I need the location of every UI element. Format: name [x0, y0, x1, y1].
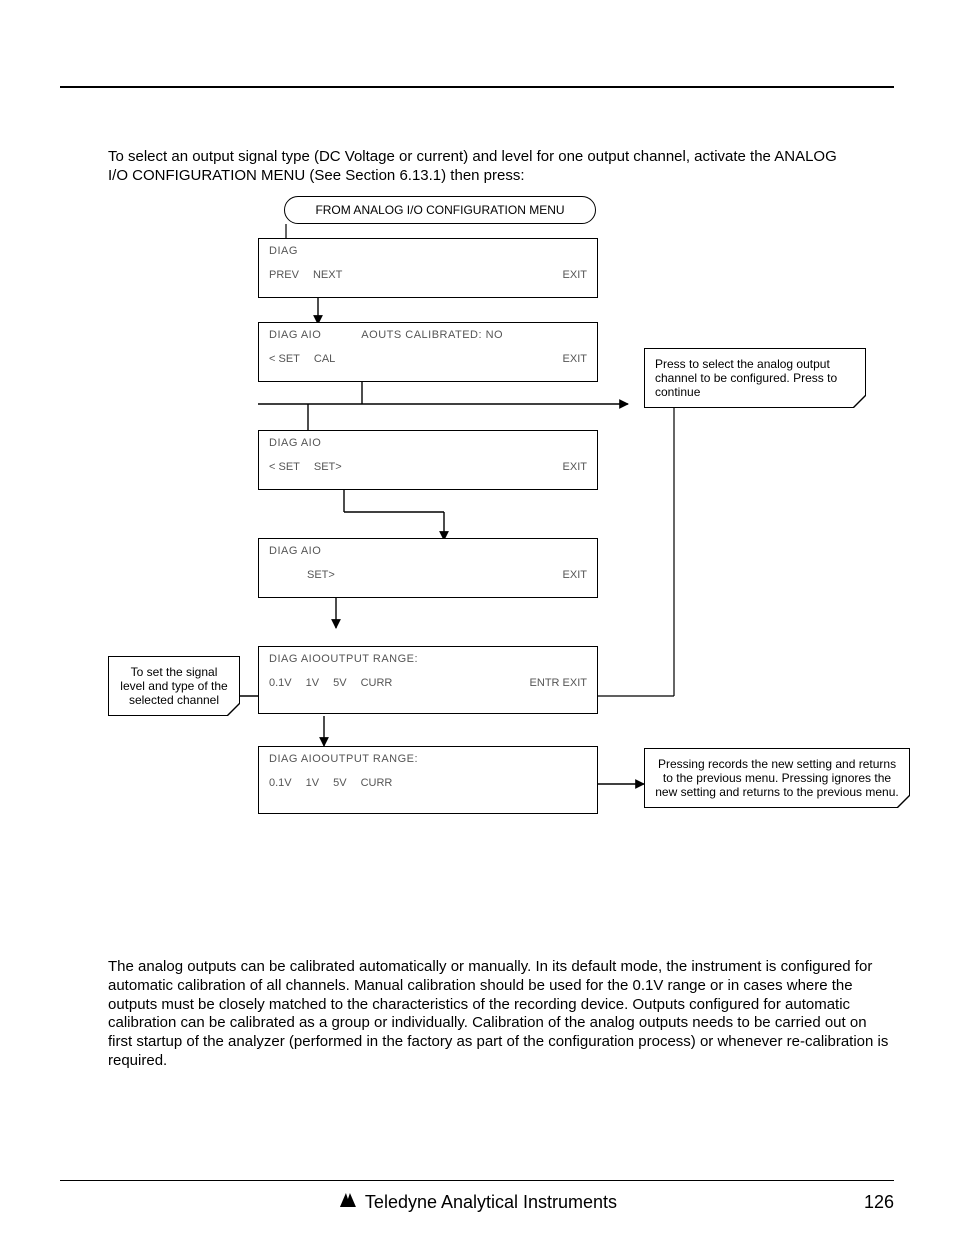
- panel-status: AOUTS CALIBRATED: NO: [361, 329, 503, 341]
- callout-entr-exit: Pressing records the new setting and ret…: [644, 748, 910, 808]
- opt-1v: 1V: [306, 777, 319, 789]
- panel-title: DIAG AIO: [259, 539, 597, 559]
- panel-diag-aio-1: DIAG AIO AOUTS CALIBRATED: NO < SET CAL …: [258, 322, 598, 382]
- bottom-rule: [60, 1180, 894, 1181]
- start-node: FROM ANALOG I/O CONFIGURATION MENU: [284, 196, 596, 224]
- btn-set-right: SET>: [307, 569, 335, 581]
- btn-exit: EXIT: [563, 461, 587, 473]
- panel-output-range-2: DIAG AIOOUTPUT RANGE: 0.1V 1V 5V CURR: [258, 746, 598, 814]
- panel-status: OUTPUT RANGE:: [321, 753, 418, 765]
- btn-exit: EXIT: [563, 569, 587, 581]
- opt-0-1v: 0.1V: [269, 677, 292, 689]
- opt-0-1v: 0.1V: [269, 777, 292, 789]
- document-page: To select an output signal type (DC Volt…: [0, 0, 954, 1235]
- opt-5v: 5V: [333, 777, 346, 789]
- page-footer: Teledyne Analytical Instruments 126: [60, 1192, 894, 1213]
- page-number: 126: [864, 1192, 894, 1213]
- opt-curr: CURR: [361, 677, 393, 689]
- callout-signal-level: To set the signal level and type of the …: [108, 656, 240, 716]
- panel-diag: DIAG PREV NEXT EXIT: [258, 238, 598, 298]
- panel-status: OUTPUT RANGE:: [321, 653, 418, 665]
- btn-set-right: SET>: [314, 461, 342, 473]
- btn-entr-exit: ENTR EXIT: [530, 677, 587, 689]
- btn-prev: PREV: [269, 269, 299, 281]
- panel-diag-aio-2: DIAG AIO < SET SET> EXIT: [258, 430, 598, 490]
- logo-icon: [337, 1191, 359, 1214]
- panel-title: DIAG AIO: [259, 431, 597, 451]
- panel-title: DIAG AIO: [269, 653, 321, 665]
- btn-cal: CAL: [314, 353, 335, 365]
- footer-brand: Teledyne Analytical Instruments: [337, 1191, 617, 1214]
- callout-select-channel: Press to select the analog output channe…: [644, 348, 866, 408]
- panel-title: DIAG: [259, 239, 597, 259]
- body-paragraph: The analog outputs can be calibrated aut…: [108, 958, 894, 1071]
- footer-brand-text: Teledyne Analytical Instruments: [365, 1192, 617, 1213]
- btn-exit: EXIT: [563, 353, 587, 365]
- opt-1v: 1V: [306, 677, 319, 689]
- btn-next: NEXT: [313, 269, 342, 281]
- btn-exit: EXIT: [563, 269, 587, 281]
- btn-set-left: < SET: [269, 461, 300, 473]
- top-rule: [60, 86, 894, 88]
- intro-paragraph: To select an output signal type (DC Volt…: [108, 148, 846, 186]
- opt-curr: CURR: [361, 777, 393, 789]
- btn-set-left: < SET: [269, 353, 300, 365]
- panel-title: DIAG AIO: [269, 329, 321, 341]
- panel-title: DIAG AIO: [269, 753, 321, 765]
- flow-diagram: FROM ANALOG I/O CONFIGURATION MENU DIAG …: [108, 196, 894, 836]
- panel-diag-aio-3: DIAG AIO SET> EXIT: [258, 538, 598, 598]
- panel-output-range-1: DIAG AIOOUTPUT RANGE: 0.1V 1V 5V CURR EN…: [258, 646, 598, 714]
- opt-5v: 5V: [333, 677, 346, 689]
